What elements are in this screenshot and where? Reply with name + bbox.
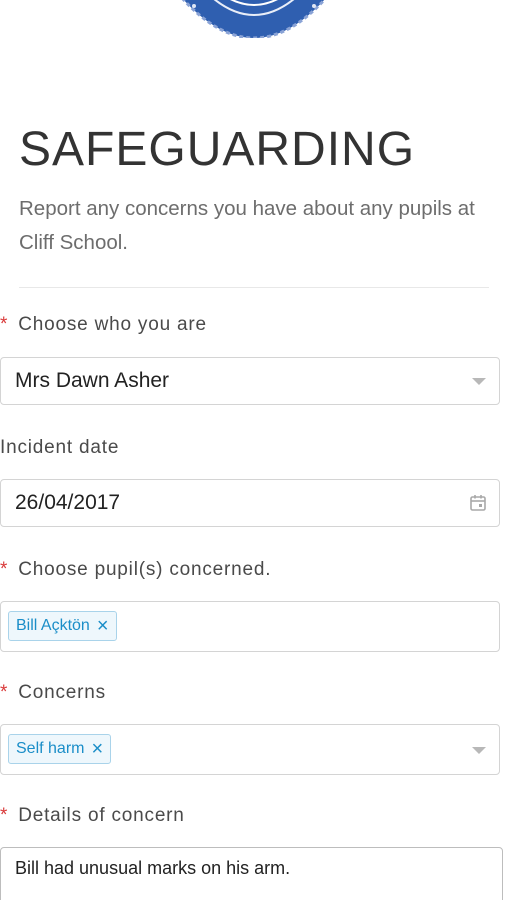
- close-icon[interactable]: ×: [97, 616, 109, 636]
- concerns-label: * Concerns: [0, 682, 106, 704]
- safeguarding-form-page: SAFEGUARDING Report any concerns you hav…: [0, 0, 507, 900]
- who-select-value: Mrs Dawn Asher: [15, 369, 170, 392]
- incident-date-label: Incident date: [0, 437, 119, 459]
- details-textarea-value: Bill had unusual marks on his arm.: [15, 858, 291, 878]
- chevron-down-icon[interactable]: [472, 747, 486, 754]
- school-badge-icon: [181, 0, 327, 38]
- incident-date-input[interactable]: 26/04/2017: [0, 479, 500, 527]
- concerns-label-text: Concerns: [18, 682, 106, 703]
- concern-tag-label: Self harm: [16, 740, 85, 757]
- details-label: * Details of concern: [0, 805, 185, 827]
- required-marker: *: [0, 314, 9, 335]
- pupil-tag-label: Bill Açktön: [16, 617, 90, 634]
- details-label-text: Details of concern: [18, 805, 185, 826]
- pupils-label-text: Choose pupil(s) concerned.: [18, 559, 272, 580]
- concerns-multiselect[interactable]: Self harm ×: [0, 724, 500, 775]
- concern-tag: Self harm ×: [8, 734, 112, 764]
- divider: [19, 287, 489, 288]
- required-marker: *: [0, 559, 9, 580]
- who-select[interactable]: Mrs Dawn Asher: [0, 357, 500, 405]
- who-label: * Choose who you are: [0, 314, 207, 336]
- page-subtitle: Report any concerns you have about any p…: [19, 197, 475, 254]
- page-title: SAFEGUARDING: [19, 123, 416, 176]
- who-label-text: Choose who you are: [18, 314, 207, 335]
- pupils-multiselect[interactable]: Bill Açktön ×: [0, 601, 500, 652]
- chevron-down-icon[interactable]: [472, 378, 486, 385]
- close-icon[interactable]: ×: [91, 739, 103, 759]
- calendar-icon[interactable]: [469, 494, 487, 512]
- pupils-label: * Choose pupil(s) concerned.: [0, 559, 271, 581]
- incident-date-value: 26/04/2017: [15, 491, 121, 514]
- pupil-tag: Bill Açktön ×: [8, 611, 117, 641]
- required-marker: *: [0, 805, 9, 826]
- required-marker: *: [0, 682, 9, 703]
- details-textarea[interactable]: Bill had unusual marks on his arm.: [0, 847, 503, 900]
- incident-date-label-text: Incident date: [0, 437, 120, 458]
